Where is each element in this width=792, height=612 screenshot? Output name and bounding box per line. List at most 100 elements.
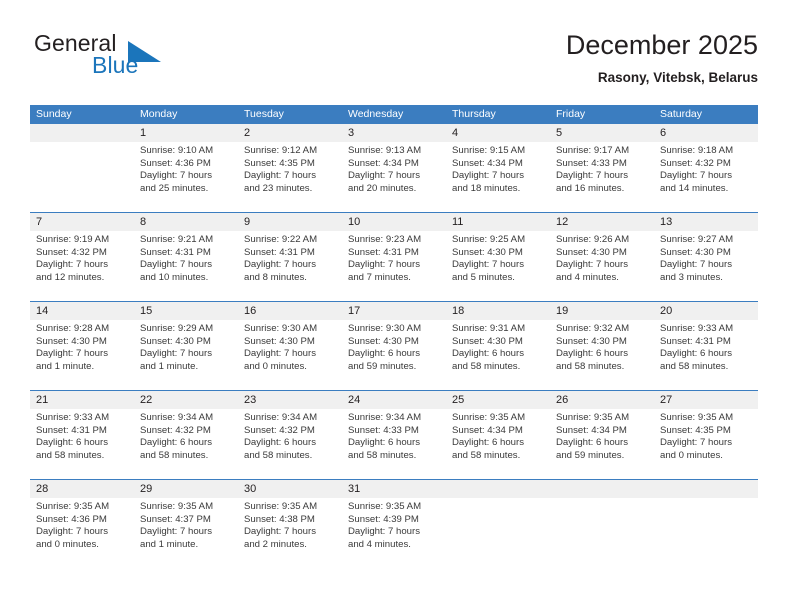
day-cell[interactable]: 12 Sunrise: 9:26 AM Sunset: 4:30 PM Dayl…: [550, 213, 654, 301]
day-cell[interactable]: 14 Sunrise: 9:28 AM Sunset: 4:30 PM Dayl…: [30, 302, 134, 390]
day-cell[interactable]: 21 Sunrise: 9:33 AM Sunset: 4:31 PM Dayl…: [30, 391, 134, 479]
daylight-text-2: and 25 minutes.: [140, 182, 209, 194]
daylight-text-1: Daylight: 7 hours: [244, 348, 316, 360]
sunrise-text: Sunrise: 9:27 AM: [660, 234, 734, 245]
weekday-header-tuesday: Tuesday: [244, 108, 284, 120]
sunrise-text: Sunrise: 9:35 AM: [244, 501, 318, 512]
brand-logo[interactable]: General Blue: [30, 30, 210, 88]
day-number: 16: [244, 305, 257, 317]
daylight-text-2: and 3 minutes.: [660, 271, 723, 283]
day-number: 4: [452, 127, 459, 139]
sunrise-text: Sunrise: 9:35 AM: [348, 501, 422, 512]
day-cell[interactable]: 15 Sunrise: 9:29 AM Sunset: 4:30 PM Dayl…: [134, 302, 238, 390]
sunset-text: Sunset: 4:31 PM: [140, 246, 211, 258]
day-cell[interactable]: 31 Sunrise: 9:35 AM Sunset: 4:39 PM Dayl…: [342, 480, 446, 568]
daylight-text-2: and 58 minutes.: [36, 449, 105, 461]
day-number: 27: [660, 394, 673, 406]
day-cell[interactable]: 22 Sunrise: 9:34 AM Sunset: 4:32 PM Dayl…: [134, 391, 238, 479]
day-number: 17: [348, 305, 361, 317]
sunset-text: Sunset: 4:33 PM: [348, 424, 419, 436]
day-cell[interactable]: 26 Sunrise: 9:35 AM Sunset: 4:34 PM Dayl…: [550, 391, 654, 479]
day-cell[interactable]: 5 Sunrise: 9:17 AM Sunset: 4:33 PM Dayli…: [550, 124, 654, 212]
day-details: Sunrise: 9:34 AM Sunset: 4:33 PM Dayligh…: [348, 412, 441, 462]
sunrise-text: Sunrise: 9:30 AM: [244, 323, 318, 334]
day-number: 19: [556, 305, 569, 317]
day-cell[interactable]: 29 Sunrise: 9:35 AM Sunset: 4:37 PM Dayl…: [134, 480, 238, 568]
day-cell[interactable]: [654, 480, 758, 568]
daylight-text-2: and 7 minutes.: [348, 271, 411, 283]
daylight-text-2: and 59 minutes.: [556, 449, 625, 461]
day-cell[interactable]: 3 Sunrise: 9:13 AM Sunset: 4:34 PM Dayli…: [342, 124, 446, 212]
sunrise-text: Sunrise: 9:28 AM: [36, 323, 110, 334]
day-cell[interactable]: 10 Sunrise: 9:23 AM Sunset: 4:31 PM Dayl…: [342, 213, 446, 301]
day-cell[interactable]: 9 Sunrise: 9:22 AM Sunset: 4:31 PM Dayli…: [238, 213, 342, 301]
day-cell[interactable]: 28 Sunrise: 9:35 AM Sunset: 4:36 PM Dayl…: [30, 480, 134, 568]
sunrise-text: Sunrise: 9:34 AM: [348, 412, 422, 423]
day-cell[interactable]: [446, 480, 550, 568]
brand-word-blue: Blue: [92, 52, 139, 78]
daylight-text-2: and 23 minutes.: [244, 182, 313, 194]
day-details: Sunrise: 9:25 AM Sunset: 4:30 PM Dayligh…: [452, 234, 545, 284]
title-block: December 2025 Rasony, Vitebsk, Belarus: [566, 28, 758, 88]
sunset-text: Sunset: 4:31 PM: [348, 246, 419, 258]
day-details: Sunrise: 9:32 AM Sunset: 4:30 PM Dayligh…: [556, 323, 649, 373]
day-cell[interactable]: 16 Sunrise: 9:30 AM Sunset: 4:30 PM Dayl…: [238, 302, 342, 390]
sunset-text: Sunset: 4:32 PM: [660, 157, 731, 169]
weekday-header-thursday: Thursday: [452, 108, 496, 120]
day-cell[interactable]: 17 Sunrise: 9:30 AM Sunset: 4:30 PM Dayl…: [342, 302, 446, 390]
daylight-text-2: and 8 minutes.: [244, 271, 307, 283]
day-cell[interactable]: 1 Sunrise: 9:10 AM Sunset: 4:36 PM Dayli…: [134, 124, 238, 212]
day-cell[interactable]: 13 Sunrise: 9:27 AM Sunset: 4:30 PM Dayl…: [654, 213, 758, 301]
day-cell[interactable]: 23 Sunrise: 9:34 AM Sunset: 4:32 PM Dayl…: [238, 391, 342, 479]
daylight-text-2: and 18 minutes.: [452, 182, 521, 194]
daylight-text-1: Daylight: 7 hours: [244, 526, 316, 538]
day-number: 30: [244, 483, 257, 495]
page-header: General Blue December 2025 Rasony, Viteb…: [30, 28, 758, 96]
daylight-text-2: and 58 minutes.: [452, 360, 521, 372]
day-number: 22: [140, 394, 153, 406]
calendar-week-row: 1 Sunrise: 9:10 AM Sunset: 4:36 PM Dayli…: [30, 123, 758, 212]
sunset-text: Sunset: 4:30 PM: [244, 335, 315, 347]
day-cell[interactable]: 20 Sunrise: 9:33 AM Sunset: 4:31 PM Dayl…: [654, 302, 758, 390]
day-number: 3: [348, 127, 355, 139]
day-number: 20: [660, 305, 673, 317]
daylight-text-1: Daylight: 6 hours: [140, 437, 212, 449]
daylight-text-2: and 1 minute.: [36, 360, 95, 372]
daylight-text-1: Daylight: 7 hours: [556, 170, 628, 182]
day-cell[interactable]: 18 Sunrise: 9:31 AM Sunset: 4:30 PM Dayl…: [446, 302, 550, 390]
sunset-text: Sunset: 4:36 PM: [140, 157, 211, 169]
daylight-text-2: and 2 minutes.: [244, 538, 307, 550]
day-cell[interactable]: 7 Sunrise: 9:19 AM Sunset: 4:32 PM Dayli…: [30, 213, 134, 301]
day-cell[interactable]: 24 Sunrise: 9:34 AM Sunset: 4:33 PM Dayl…: [342, 391, 446, 479]
sunrise-text: Sunrise: 9:29 AM: [140, 323, 214, 334]
weekday-header-saturday: Saturday: [660, 108, 703, 120]
day-cell[interactable]: 8 Sunrise: 9:21 AM Sunset: 4:31 PM Dayli…: [134, 213, 238, 301]
day-number: 18: [452, 305, 465, 317]
day-cell[interactable]: 4 Sunrise: 9:15 AM Sunset: 4:34 PM Dayli…: [446, 124, 550, 212]
day-cell[interactable]: 19 Sunrise: 9:32 AM Sunset: 4:30 PM Dayl…: [550, 302, 654, 390]
daylight-text-1: Daylight: 7 hours: [660, 259, 732, 271]
day-number: 15: [140, 305, 153, 317]
day-details: Sunrise: 9:33 AM Sunset: 4:31 PM Dayligh…: [36, 412, 129, 462]
day-cell[interactable]: [550, 480, 654, 568]
day-cell[interactable]: 27 Sunrise: 9:35 AM Sunset: 4:35 PM Dayl…: [654, 391, 758, 479]
daylight-text-1: Daylight: 7 hours: [348, 259, 420, 271]
day-cell[interactable]: 25 Sunrise: 9:35 AM Sunset: 4:34 PM Dayl…: [446, 391, 550, 479]
day-number: 6: [660, 127, 667, 139]
daylight-text-1: Daylight: 6 hours: [556, 437, 628, 449]
day-cell[interactable]: 2 Sunrise: 9:12 AM Sunset: 4:35 PM Dayli…: [238, 124, 342, 212]
day-cell[interactable]: 30 Sunrise: 9:35 AM Sunset: 4:38 PM Dayl…: [238, 480, 342, 568]
calendar-week-row: 7 Sunrise: 9:19 AM Sunset: 4:32 PM Dayli…: [30, 212, 758, 301]
day-cell[interactable]: [30, 124, 134, 212]
daylight-text-2: and 58 minutes.: [660, 360, 729, 372]
daylight-text-1: Daylight: 7 hours: [36, 348, 108, 360]
sunset-text: Sunset: 4:30 PM: [348, 335, 419, 347]
day-number: 14: [36, 305, 49, 317]
day-cell[interactable]: 11 Sunrise: 9:25 AM Sunset: 4:30 PM Dayl…: [446, 213, 550, 301]
sunrise-text: Sunrise: 9:13 AM: [348, 145, 422, 156]
day-details: Sunrise: 9:13 AM Sunset: 4:34 PM Dayligh…: [348, 145, 441, 195]
sunset-text: Sunset: 4:35 PM: [244, 157, 315, 169]
weekday-header-sunday: Sunday: [36, 108, 72, 120]
day-cell[interactable]: 6 Sunrise: 9:18 AM Sunset: 4:32 PM Dayli…: [654, 124, 758, 212]
day-details: Sunrise: 9:33 AM Sunset: 4:31 PM Dayligh…: [660, 323, 753, 373]
